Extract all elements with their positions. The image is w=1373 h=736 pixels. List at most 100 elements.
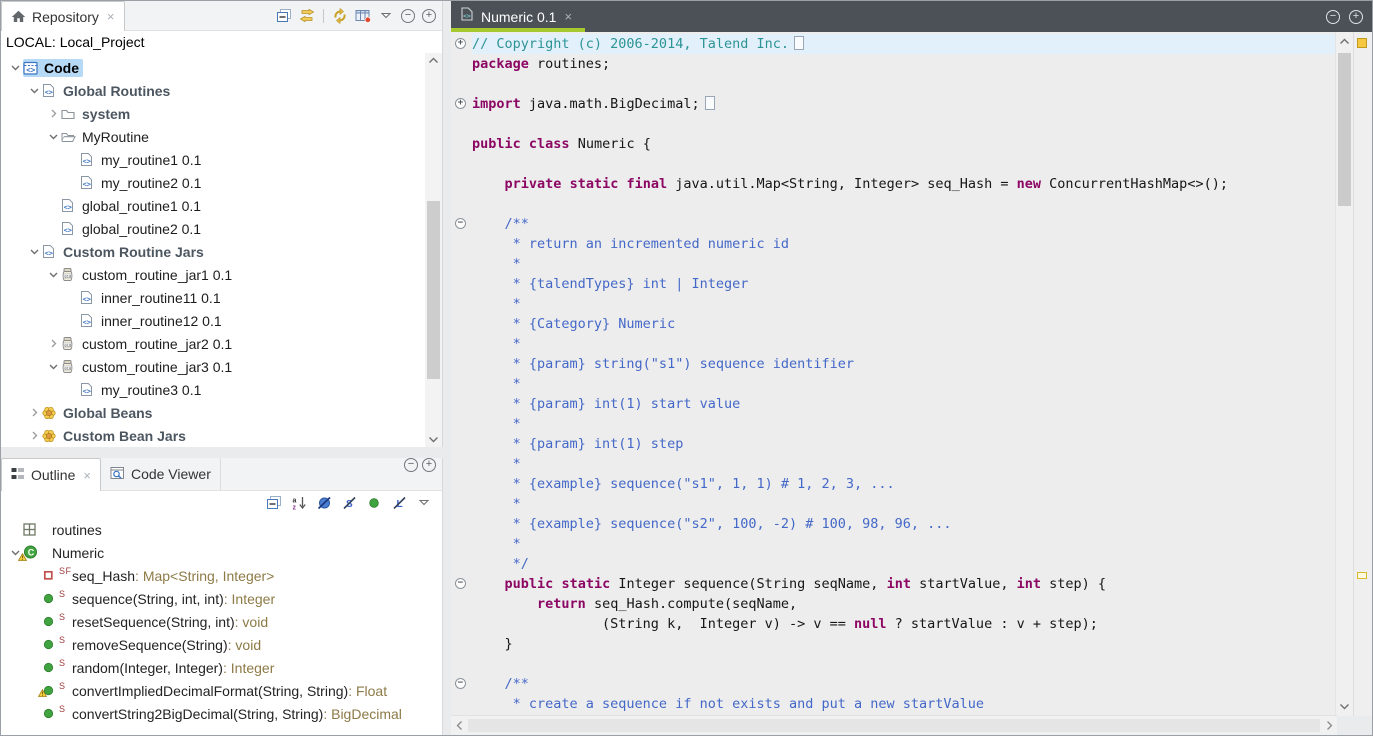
outline-item-routines[interactable]: routines	[1, 518, 442, 541]
fold-expanded-icon[interactable]: −	[455, 218, 466, 229]
tree-item-my-routine3[interactable]: <>my_routine3 0.1	[1, 378, 442, 401]
scroll-left-icon[interactable]	[456, 720, 463, 731]
hide-static-icon: S	[342, 496, 357, 510]
code-text: *	[472, 534, 1335, 554]
minimize-button[interactable]: −	[404, 458, 418, 472]
collapse-all-button[interactable]	[264, 493, 284, 513]
minimize-button[interactable]: −	[1326, 10, 1340, 24]
outline-item-removesequence-string-[interactable]: SremoveSequence(String) : void	[1, 633, 442, 656]
maximize-button[interactable]: +	[1349, 10, 1363, 24]
tree-item-global-routine2[interactable]: <>global_routine2 0.1	[1, 217, 442, 240]
repository-tabbar: Repository × −+	[1, 1, 442, 31]
tab-numeric[interactable]: <> Numeric 0.1 ×	[451, 1, 585, 32]
scrollbar-thumb[interactable]	[427, 201, 440, 379]
close-icon[interactable]: ×	[107, 9, 115, 24]
scroll-down-icon[interactable]	[1336, 699, 1353, 714]
chevron-down-icon[interactable]	[49, 133, 58, 140]
warning-overlay-icon	[18, 553, 27, 561]
collapse-all-button[interactable]	[274, 6, 294, 26]
scroll-left-icon[interactable]	[451, 716, 467, 735]
outline-item-numeric[interactable]: CNumeric	[1, 541, 442, 564]
hide-local-types-button[interactable]: L	[389, 493, 409, 513]
collapsed-code-marker[interactable]	[794, 36, 804, 50]
chevron-right-icon[interactable]	[31, 408, 38, 417]
tree-item-global-routines[interactable]: <>Global Routines	[1, 79, 442, 102]
tree-item-custom-routine-jar2[interactable]: 010custom_routine_jar2 0.1	[1, 332, 442, 355]
close-icon[interactable]: ×	[564, 9, 572, 24]
tree-item-my-routine2[interactable]: <>my_routine2 0.1	[1, 171, 442, 194]
scroll-up-icon[interactable]	[1336, 34, 1353, 49]
code-text: // Copyright (c) 2006-2014, Talend Inc.	[472, 34, 1335, 54]
maximize-button[interactable]: +	[422, 458, 436, 472]
scroll-right-icon[interactable]	[1326, 720, 1333, 731]
svg-text:<>: <>	[83, 180, 91, 188]
tab-code-viewer[interactable]: Code Viewer	[101, 458, 221, 490]
tab-outline[interactable]: Outline ×	[1, 458, 101, 491]
minimize-button[interactable]: −	[401, 9, 415, 23]
tree-item-custom-bean-jars[interactable]: Custom Bean Jars	[1, 424, 442, 447]
tree-item-custom-routine-jars[interactable]: <>Custom Routine Jars	[1, 240, 442, 263]
scroll-up-icon[interactable]	[1339, 38, 1350, 45]
scrollbar-thumb[interactable]	[1338, 53, 1351, 206]
tab-repository[interactable]: Repository ×	[1, 1, 125, 31]
tree-item-custom-routine-jar3[interactable]: 010custom_routine_jar3 0.1	[1, 355, 442, 378]
tree-item-label: custom_routine_jar3 0.1	[80, 358, 234, 376]
tree-item-global-routine1[interactable]: <>global_routine1 0.1	[1, 194, 442, 217]
code-area[interactable]: + // Copyright (c) 2006-2014, Talend Inc.…	[451, 32, 1335, 716]
close-icon[interactable]: ×	[83, 468, 91, 483]
fold-gutter	[451, 74, 472, 94]
editor-horizontal-scrollbar[interactable]	[451, 715, 1337, 735]
tree-item-code[interactable]: <>Code	[1, 56, 442, 79]
view-menu-button[interactable]	[414, 493, 434, 513]
chevron-down-icon[interactable]	[49, 363, 58, 370]
collapsed-code-marker[interactable]	[705, 96, 715, 110]
code-text: *	[472, 374, 1335, 394]
chevron-right-icon[interactable]	[31, 431, 38, 440]
scroll-right-icon[interactable]	[1321, 716, 1337, 735]
filter-methods-button[interactable]	[364, 493, 384, 513]
fold-expanded-icon[interactable]: −	[455, 578, 466, 589]
chevron-down-icon[interactable]	[49, 271, 58, 278]
view-menu-button[interactable]	[376, 6, 396, 26]
tree-item-label: my_routine1 0.1	[99, 151, 203, 169]
code-editor: <> Numeric 0.1 × − + + // Copyright (c) 2…	[451, 1, 1372, 735]
chevron-down-icon[interactable]	[30, 87, 39, 94]
fold-collapsed-icon[interactable]: +	[455, 98, 466, 109]
chevron-right-icon[interactable]	[50, 109, 57, 118]
tree-item-inner-routine12[interactable]: <>inner_routine12 0.1	[1, 309, 442, 332]
editor-vertical-scrollbar[interactable]	[1335, 32, 1353, 716]
maximize-button[interactable]: +	[422, 9, 436, 23]
outline-item-convertimplieddecimalformat-string-strin[interactable]: SconvertImpliedDecimalFormat(String, Str…	[1, 679, 442, 702]
fold-gutter: +	[451, 34, 472, 54]
tree-item-my-routine1[interactable]: <>my_routine1 0.1	[1, 148, 442, 171]
chevron-down-icon[interactable]	[30, 248, 39, 255]
scrollbar-thumb[interactable]	[468, 719, 1320, 732]
chevron-down-icon[interactable]	[11, 64, 20, 71]
scroll-down-icon[interactable]	[1339, 703, 1350, 710]
swap-arrows-button[interactable]	[297, 6, 317, 26]
outline-item-convertstring2bigdecimal-string-string-[interactable]: SconvertString2BigDecimal(String, String…	[1, 702, 442, 725]
code-folder-icon: <>	[23, 61, 38, 75]
hide-static-button[interactable]: S	[339, 493, 359, 513]
hide-fields-button[interactable]	[314, 493, 334, 513]
fold-collapsed-icon[interactable]: +	[455, 38, 466, 49]
tree-item-global-beans[interactable]: Global Beans	[1, 401, 442, 424]
repository-scrollbar[interactable]	[425, 53, 442, 447]
scroll-down-icon[interactable]	[428, 436, 439, 443]
fold-expanded-icon[interactable]: −	[455, 678, 466, 689]
outline-item-sequence-string-int-int-[interactable]: Ssequence(String, int, int) : Integer	[1, 587, 442, 610]
refresh-button[interactable]	[330, 6, 350, 26]
chevron-right-icon[interactable]	[50, 339, 57, 348]
tree-item-inner-routine11[interactable]: <>inner_routine11 0.1	[1, 286, 442, 309]
sort-alpha-button[interactable]: az	[289, 493, 309, 513]
outline-item-seq-hash[interactable]: SFseq_Hash : Map<String, Integer>	[1, 564, 442, 587]
outline-item-resetsequence-string-int-[interactable]: SresetSequence(String, int) : void	[1, 610, 442, 633]
tree-item-myroutine[interactable]: MyRoutine	[1, 125, 442, 148]
tree-item-system[interactable]: system	[1, 102, 442, 125]
outline-item-random-integer-integer-[interactable]: Srandom(Integer, Integer) : Integer	[1, 656, 442, 679]
scroll-up-icon[interactable]	[425, 53, 442, 68]
table-filter-button[interactable]	[353, 6, 373, 26]
tree-item-custom-routine-jar1[interactable]: 010custom_routine_jar1 0.1	[1, 263, 442, 286]
scroll-down-icon[interactable]	[425, 432, 442, 447]
scroll-up-icon[interactable]	[428, 57, 439, 64]
